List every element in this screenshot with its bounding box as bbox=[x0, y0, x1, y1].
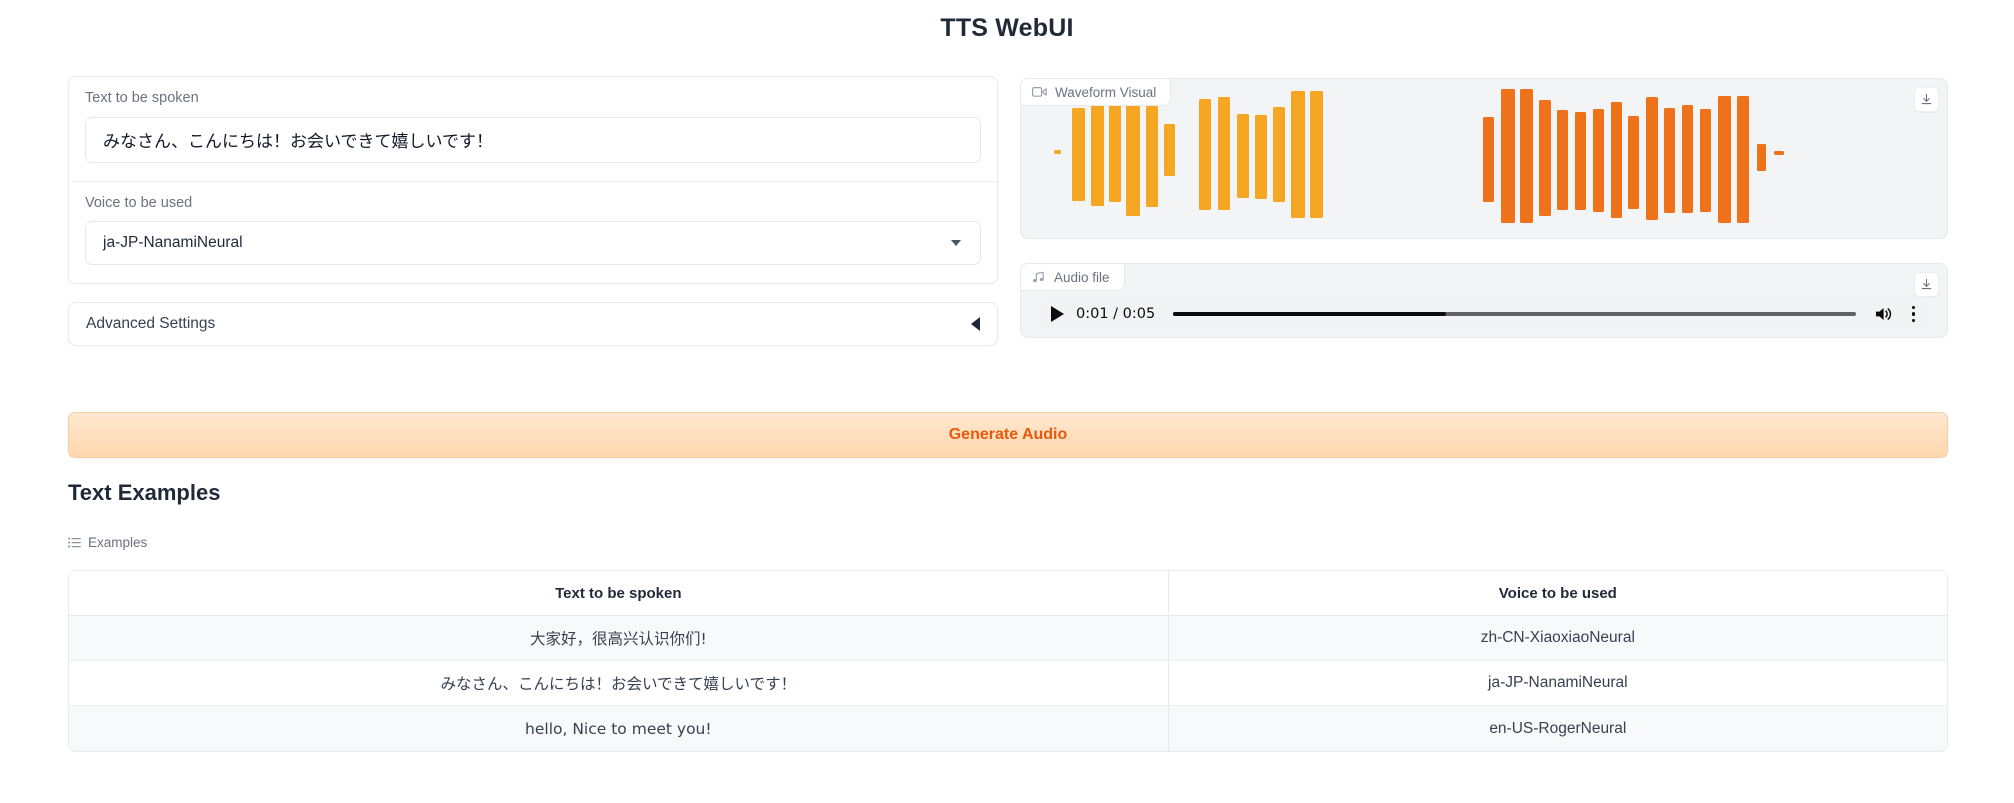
text-field-block: Text to be spoken みなさん、こんにちは！お会いできて嬉しいです… bbox=[69, 77, 997, 181]
audio-progress-slider[interactable] bbox=[1173, 312, 1856, 316]
waveform-bar-a-7 bbox=[1199, 99, 1211, 210]
waveform-bar-b-16 bbox=[1774, 151, 1784, 155]
advanced-settings-accordion[interactable]: Advanced Settings bbox=[68, 302, 998, 346]
examples-table-body: 大家好，很高兴认识你们! zh-CN-XiaoxiaoNeural みなさん、こんに… bbox=[69, 616, 1947, 751]
voice-select[interactable]: ja-JP-NanamiNeural bbox=[85, 221, 981, 265]
waveform-bar-b-6 bbox=[1593, 109, 1604, 212]
table-row[interactable]: hello, Nice to meet you! en-US-RogerNeura… bbox=[69, 706, 1947, 751]
kebab-dot bbox=[1911, 312, 1915, 316]
cell-voice: zh-CN-XiaoxiaoNeural bbox=[1167, 616, 1947, 661]
waveform-bar-a-1 bbox=[1072, 108, 1085, 201]
waveform-bar-b-14 bbox=[1737, 96, 1749, 223]
audio-download-button[interactable] bbox=[1914, 272, 1939, 297]
examples-heading: Text Examples bbox=[68, 480, 221, 505]
waveform-bar-b-3 bbox=[1539, 100, 1551, 216]
audio-progress-fill bbox=[1173, 312, 1447, 316]
output-column: Waveform Visual Audio file 0:01 / 0:05 bbox=[1020, 78, 1948, 338]
audio-panel: Audio file 0:01 / 0:05 bbox=[1020, 263, 1948, 338]
waveform-panel: Waveform Visual bbox=[1020, 78, 1948, 239]
kebab-menu-icon[interactable] bbox=[1906, 304, 1922, 325]
waveform-bar-a-13 bbox=[1310, 91, 1323, 218]
waveform-bar-b-5 bbox=[1575, 112, 1586, 210]
waveform-panel-tag: Waveform Visual bbox=[1021, 79, 1172, 106]
chevron-down-icon bbox=[951, 240, 961, 246]
waveform-bar-a-11 bbox=[1273, 107, 1285, 202]
waveform-bar-b-13 bbox=[1718, 96, 1731, 223]
voice-field-block: Voice to be used ja-JP-NanamiNeural bbox=[69, 180, 997, 284]
text-input[interactable]: みなさん、こんにちは！お会いできて嬉しいです！ bbox=[85, 116, 981, 163]
examples-tag-label: Examples bbox=[88, 535, 148, 550]
audio-panel-label: Audio file bbox=[1054, 269, 1110, 285]
waveform-bar-b-7 bbox=[1611, 102, 1622, 218]
advanced-settings-label: Advanced Settings bbox=[86, 315, 216, 332]
waveform-bar-a-3 bbox=[1109, 103, 1121, 202]
waveform-bar-b-0 bbox=[1483, 117, 1494, 202]
volume-icon[interactable] bbox=[1874, 305, 1894, 323]
table-row[interactable]: 大家好，很高兴认识你们! zh-CN-XiaoxiaoNeural bbox=[69, 616, 1947, 661]
cell-text: hello, Nice to meet you! bbox=[69, 706, 1168, 751]
waveform-bar-a-5 bbox=[1146, 106, 1158, 207]
audio-progress-track bbox=[1173, 312, 1856, 316]
waveform-bar-b-9 bbox=[1646, 97, 1658, 220]
audio-panel-tag: Audio file bbox=[1020, 263, 1125, 291]
waveform-download-button[interactable] bbox=[1914, 87, 1939, 112]
chevron-left-icon bbox=[971, 317, 980, 331]
cell-voice: ja-JP-NanamiNeural bbox=[1167, 661, 1947, 706]
waveform-bar-b-8 bbox=[1628, 116, 1639, 209]
cell-text: 大家好，很高兴认识你们! bbox=[69, 616, 1168, 661]
waveform-bar-a-4 bbox=[1126, 97, 1140, 216]
waveform-bar-a-2 bbox=[1091, 100, 1104, 206]
download-icon bbox=[1921, 93, 1932, 105]
examples-table: Text to be spoken Voice to be used 大家好，很… bbox=[68, 570, 1948, 752]
waveform-bar-b-2 bbox=[1520, 89, 1533, 223]
kebab-dot bbox=[1911, 318, 1915, 323]
waveform-bar-a-10 bbox=[1255, 115, 1267, 199]
table-header-row: Text to be spoken Voice to be used bbox=[69, 571, 1947, 616]
examples-tag: Examples bbox=[68, 535, 147, 550]
voice-select-value: ja-JP-NanamiNeural bbox=[103, 234, 243, 251]
waveform-panel-label: Waveform Visual bbox=[1055, 84, 1157, 100]
input-column: Text to be spoken みなさん、こんにちは！お会いできて嬉しいです… bbox=[68, 76, 998, 346]
waveform-bar-b-4 bbox=[1557, 110, 1568, 210]
waveform-bar-a-6 bbox=[1164, 124, 1175, 176]
app-root: TTS WebUI Text to be spoken みなさん、こんにちは！お… bbox=[0, 0, 2014, 803]
generate-audio-button[interactable]: Generate Audio bbox=[68, 412, 1948, 458]
cell-text: みなさん、こんにちは！お会いできて嬉しいです！ bbox=[69, 661, 1168, 706]
waveform-bar-b-10 bbox=[1664, 108, 1675, 213]
waveform-bar-a-12 bbox=[1291, 91, 1305, 218]
waveform-bar-a-8 bbox=[1218, 97, 1230, 210]
list-icon bbox=[68, 537, 81, 548]
column-header-text: Text to be spoken bbox=[69, 571, 1168, 616]
page-title: TTS WebUI bbox=[940, 14, 1074, 42]
column-header-voice: Voice to be used bbox=[1167, 571, 1947, 616]
waveform-bar-b-1 bbox=[1501, 89, 1515, 223]
voice-select-label: Voice to be used bbox=[85, 194, 193, 211]
download-icon bbox=[1921, 278, 1932, 290]
waveform-bar-b-11 bbox=[1682, 105, 1693, 213]
waveform-bar-a-0 bbox=[1054, 150, 1061, 154]
waveform-bar-b-12 bbox=[1700, 109, 1711, 212]
video-camera-icon bbox=[1032, 87, 1047, 97]
text-input-label: Text to be spoken bbox=[85, 90, 199, 106]
table-row[interactable]: みなさん、こんにちは！お会いできて嬉しいです！ ja-JP-NanamiNeura… bbox=[69, 661, 1947, 706]
play-icon[interactable] bbox=[1051, 306, 1064, 322]
input-card: Text to be spoken みなさん、こんにちは！お会いできて嬉しいです… bbox=[68, 76, 998, 284]
waveform-bar-a-9 bbox=[1237, 114, 1249, 198]
waveform-bar-b-15 bbox=[1757, 144, 1766, 171]
cell-voice: en-US-RogerNeural bbox=[1167, 706, 1947, 751]
audio-player: 0:01 / 0:05 bbox=[1035, 296, 1933, 332]
kebab-dot bbox=[1911, 305, 1915, 310]
music-note-icon bbox=[1033, 271, 1044, 282]
examples-table-head: Text to be spoken Voice to be used bbox=[69, 571, 1947, 616]
audio-time-display: 0:01 / 0:05 bbox=[1076, 306, 1156, 322]
